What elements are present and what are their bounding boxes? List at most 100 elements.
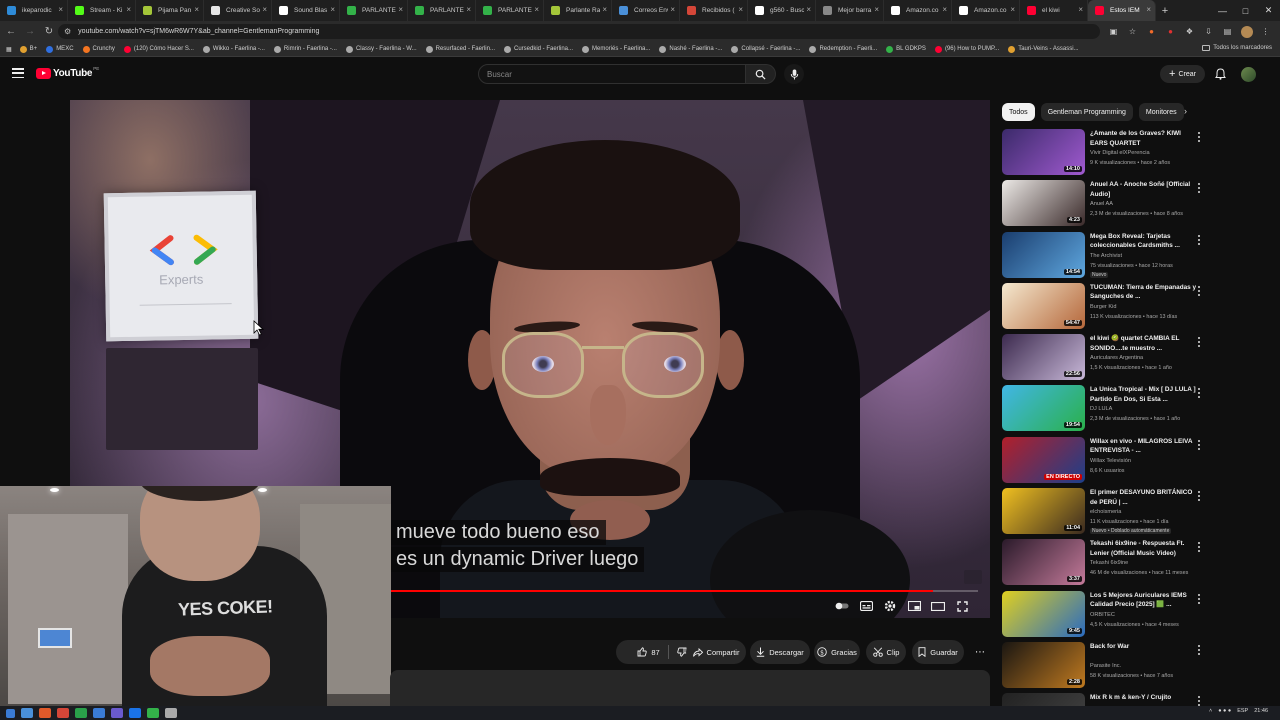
- browser-tab[interactable]: Creative So ×: [204, 0, 272, 21]
- recommendation-title[interactable]: Mix R k m & ken-Y / Crujito: [1090, 693, 1198, 703]
- recommendation-title[interactable]: Anuel AA - Anoche Soñé [Official Audio]: [1090, 180, 1198, 199]
- close-tab-icon[interactable]: ×: [1144, 5, 1151, 14]
- close-tab-icon[interactable]: ×: [1076, 5, 1083, 14]
- filter-chip[interactable]: Todos: [1002, 103, 1035, 121]
- close-tab-icon[interactable]: ×: [804, 5, 811, 14]
- recommendation-title[interactable]: el kiwi 🥝 quartet CAMBIA EL SONIDO....te…: [1090, 334, 1198, 353]
- apps-icon[interactable]: ▦: [6, 46, 12, 53]
- recommendation-title[interactable]: TUCUMAN: Tierra de Empanadas y Sanguches…: [1090, 283, 1198, 302]
- install-app-icon[interactable]: ▣: [1106, 24, 1121, 39]
- browser-tab[interactable]: Mejor barra ×: [816, 0, 884, 21]
- miniplayer-icon[interactable]: [902, 598, 926, 614]
- bookmark-item[interactable]: Memoriés - Faerlina...: [582, 45, 650, 53]
- video-thumbnail[interactable]: 54:47: [1002, 282, 1085, 329]
- close-window-icon[interactable]: ✕: [1257, 0, 1280, 21]
- voice-search-button[interactable]: [784, 64, 804, 84]
- close-tab-icon[interactable]: ×: [1008, 5, 1015, 14]
- recommendation-item[interactable]: 3:37 Tekashi 6ix9ine - Respuesta Ft. Leni…: [1002, 539, 1212, 590]
- bookmark-item[interactable]: (96) How to PUMP...: [934, 45, 999, 53]
- maximize-icon[interactable]: □: [1234, 0, 1257, 21]
- recommendation-channel[interactable]: Anuel AA: [1090, 201, 1200, 207]
- browser-tab[interactable]: Parlante Ra ×: [544, 0, 612, 21]
- account-avatar[interactable]: [1241, 67, 1256, 82]
- close-tab-icon[interactable]: ×: [464, 5, 471, 14]
- video-thumbnail[interactable]: 9:45: [1002, 590, 1085, 637]
- recommendation-title[interactable]: Mega Box Reveal: Tarjetas coleccionables…: [1090, 232, 1198, 251]
- subtitles-icon[interactable]: [854, 598, 878, 614]
- video-thumbnail[interactable]: 2:28: [1002, 641, 1085, 688]
- recommendation-title[interactable]: Tekashi 6ix9ine - Respuesta Ft. Lenier (…: [1090, 539, 1198, 558]
- recommendation-channel[interactable]: ORBITEC: [1090, 612, 1200, 618]
- notifications-bell-icon[interactable]: [1213, 67, 1227, 81]
- recommendation-item[interactable]: 19:54 La Unica Tropical - Mix [ DJ LULA ]…: [1002, 385, 1212, 436]
- more-options-icon[interactable]: [1196, 182, 1202, 194]
- taskbar-app-icon[interactable]: [93, 708, 105, 718]
- like-thumb-icon[interactable]: [637, 647, 648, 657]
- close-tab-icon[interactable]: ×: [872, 5, 879, 14]
- recommendation-channel[interactable]: The Archivist: [1090, 253, 1200, 259]
- close-tab-icon[interactable]: ×: [192, 5, 199, 14]
- chevron-right-icon[interactable]: ›: [1184, 106, 1187, 116]
- recommendation-channel[interactable]: Vivir Digital elXPerencia: [1090, 150, 1200, 156]
- browser-tab[interactable]: g560 - Busc ×: [748, 0, 816, 21]
- recommendation-item[interactable]: 14:54 Mega Box Reveal: Tarjetas coleccion…: [1002, 231, 1212, 283]
- video-thumbnail[interactable]: 14:54: [1002, 231, 1085, 278]
- more-options-icon[interactable]: [1196, 336, 1202, 348]
- close-tab-icon[interactable]: ×: [600, 5, 607, 14]
- bookmark-item[interactable]: Crunchy: [82, 45, 115, 53]
- bookmark-item[interactable]: Cursedkid - Faerlina...: [503, 45, 573, 53]
- recommendation-channel[interactable]: Tekashi 6ix9ine: [1090, 560, 1200, 566]
- more-options-icon[interactable]: [1196, 285, 1202, 297]
- forward-icon[interactable]: →: [22, 24, 38, 40]
- recommendation-channel[interactable]: Parasite Inc.: [1090, 663, 1200, 669]
- video-thumbnail[interactable]: 4:23: [1002, 180, 1085, 227]
- browser-menu-icon[interactable]: ⋮: [1258, 24, 1273, 39]
- more-options-icon[interactable]: [1196, 490, 1202, 502]
- video-thumbnail[interactable]: 11:04: [1002, 488, 1085, 535]
- bookmark-item[interactable]: Redemption - Faerli...: [809, 45, 877, 53]
- bookmark-item[interactable]: Classy - Faerlina - W...: [345, 45, 417, 53]
- recommendation-title[interactable]: ¿Amante de los Graves? KIWI EARS QUARTET: [1090, 129, 1198, 148]
- close-tab-icon[interactable]: ×: [260, 5, 267, 14]
- profile-avatar[interactable]: [1239, 24, 1254, 39]
- browser-tab[interactable]: Recibidos (×: [680, 0, 748, 21]
- recommendation-title[interactable]: La Unica Tropical - Mix [ DJ LULA ] Part…: [1090, 385, 1198, 404]
- extension-red-icon[interactable]: ●: [1163, 24, 1178, 39]
- taskbar-app-icon[interactable]: [39, 708, 51, 718]
- download-button[interactable]: Descargar: [750, 640, 810, 664]
- bookmark-item[interactable]: Resurfaced - Faerlin...: [425, 45, 495, 53]
- more-actions-button[interactable]: ⋯: [970, 640, 990, 664]
- channel-watermark-icon[interactable]: [964, 570, 982, 584]
- browser-tab[interactable]: Amazon.co ×: [884, 0, 952, 21]
- url-text[interactable]: youtube.com/watch?v=sjTM6wR6W7Y&ab_chann…: [78, 28, 319, 35]
- video-thumbnail[interactable]: 14:10: [1002, 129, 1085, 175]
- recommendation-title[interactable]: Back for War: [1090, 642, 1198, 652]
- recommendation-item[interactable]: 4:23 Anuel AA - Anoche Soñé [Official Aud…: [1002, 180, 1212, 231]
- close-tab-icon[interactable]: ×: [532, 5, 539, 14]
- more-options-icon[interactable]: [1196, 387, 1202, 399]
- minimize-icon[interactable]: —: [1211, 0, 1234, 21]
- taskbar-app-icon[interactable]: [75, 708, 87, 718]
- downloads-icon[interactable]: ⇩: [1201, 24, 1216, 39]
- create-button[interactable]: + Crear: [1160, 65, 1205, 83]
- clip-button[interactable]: Clip: [866, 640, 906, 664]
- like-count[interactable]: 87: [651, 648, 659, 657]
- more-options-icon[interactable]: [1196, 541, 1202, 553]
- tray-chevron-icon[interactable]: ˄: [1209, 708, 1212, 714]
- settings-gear-icon[interactable]: [878, 598, 902, 614]
- recommendation-title[interactable]: El primer DESAYUNO BRITÁNICO de PERÚ | .…: [1090, 488, 1198, 507]
- video-thumbnail[interactable]: 3:37: [1002, 539, 1085, 586]
- filter-chip[interactable]: Monitores: [1138, 103, 1184, 121]
- guide-menu-icon[interactable]: [12, 68, 24, 78]
- recommendation-item[interactable]: 9:45 Los 5 Mejores Auriculares IEMS Calid…: [1002, 590, 1212, 642]
- more-options-icon[interactable]: [1196, 234, 1202, 246]
- address-bar[interactable]: ⚙ youtube.com/watch?v=sjTM6wR6W7Y&ab_cha…: [58, 24, 1100, 39]
- close-tab-icon[interactable]: ×: [668, 5, 675, 14]
- browser-tab[interactable]: Amazon.co ×: [952, 0, 1020, 21]
- recommendation-title[interactable]: Los 5 Mejores Auriculares IEMS Calidad P…: [1090, 591, 1198, 610]
- recommendation-item[interactable]: 2:28 Back for War Parasite Inc. 58 K visual…: [1002, 641, 1212, 693]
- filter-chip[interactable]: Gentleman Programming: [1040, 103, 1133, 121]
- browser-tab[interactable]: PARLANTE ×: [476, 0, 544, 21]
- close-tab-icon[interactable]: ×: [328, 5, 335, 14]
- recommendation-channel[interactable]: Burger Kid: [1090, 304, 1200, 310]
